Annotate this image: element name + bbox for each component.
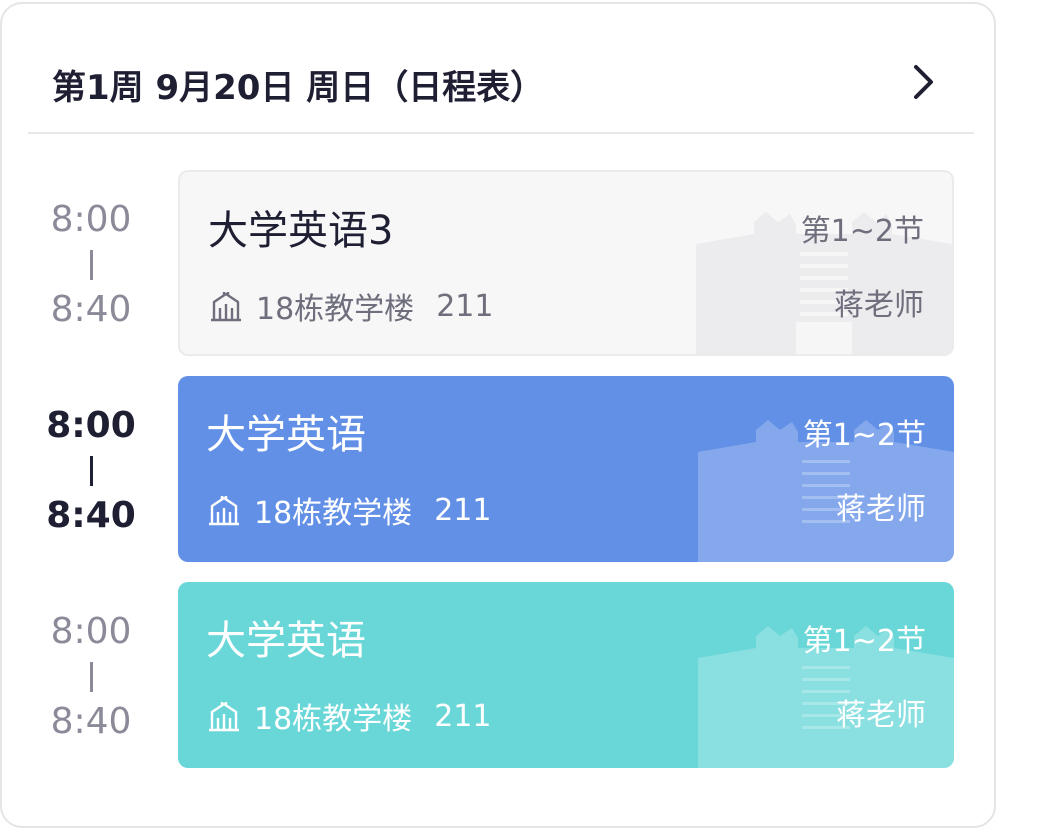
time-range: 8:00 8:40 bbox=[32, 376, 150, 562]
time-end: 8:40 bbox=[50, 701, 132, 742]
building-icon bbox=[209, 702, 239, 732]
next-day-button[interactable] bbox=[906, 62, 942, 102]
course-teacher: 蒋老师 bbox=[836, 492, 926, 527]
course-name: 大学英语3 bbox=[208, 208, 394, 254]
course-building: 18栋教学楼 bbox=[254, 496, 413, 531]
course-room: 211 bbox=[436, 288, 494, 324]
course-name: 大学英语 bbox=[206, 412, 366, 458]
course-room: 211 bbox=[434, 492, 492, 528]
schedule-header: 第1周 9月20日 周日（日程表） bbox=[28, 4, 974, 134]
page-title: 第1周 9月20日 周日（日程表） bbox=[52, 68, 545, 108]
course-teacher: 蒋老师 bbox=[836, 698, 926, 733]
course-location: 18栋教学楼 211 bbox=[206, 696, 492, 737]
course-room: 211 bbox=[434, 698, 492, 734]
course-building: 18栋教学楼 bbox=[254, 702, 413, 737]
schedule-card: 第1周 9月20日 周日（日程表） 8:00 8:40 大学英语3 18栋教学楼… bbox=[0, 2, 996, 828]
time-start: 8:00 bbox=[46, 405, 136, 446]
time-separator bbox=[90, 250, 93, 280]
course-name: 大学英语 bbox=[206, 618, 366, 664]
course-period: 第1~2节 bbox=[802, 418, 926, 453]
course-card[interactable]: 大学英语 18栋教学楼 211 第1~2节 蒋老师 bbox=[178, 582, 954, 768]
time-separator bbox=[90, 456, 93, 486]
time-end: 8:40 bbox=[50, 289, 132, 330]
time-start: 8:00 bbox=[50, 199, 132, 240]
course-period: 第1~2节 bbox=[800, 214, 924, 249]
course-card[interactable]: 大学英语 18栋教学楼 211 第1~2节 蒋老师 bbox=[178, 376, 954, 562]
building-icon bbox=[209, 496, 239, 526]
time-start: 8:00 bbox=[50, 611, 132, 652]
course-location: 18栋教学楼 211 bbox=[206, 490, 492, 531]
course-card[interactable]: 大学英语3 18栋教学楼 211 第1~2节 蒋老师 bbox=[178, 170, 954, 356]
building-icon bbox=[211, 292, 241, 322]
schedule-row: 8:00 8:40 bbox=[2, 170, 998, 356]
schedule-row: 8:00 8:40 bbox=[2, 582, 998, 768]
schedule-row: 8:00 8:40 bbox=[2, 376, 998, 562]
course-period: 第1~2节 bbox=[802, 624, 926, 659]
chevron-right-icon bbox=[914, 65, 933, 99]
time-separator bbox=[90, 662, 93, 692]
time-range: 8:00 8:40 bbox=[32, 582, 150, 768]
course-teacher: 蒋老师 bbox=[834, 288, 924, 323]
time-range: 8:00 8:40 bbox=[32, 170, 150, 356]
time-end: 8:40 bbox=[46, 495, 136, 536]
course-building: 18栋教学楼 bbox=[256, 292, 415, 327]
course-location: 18栋教学楼 211 bbox=[208, 286, 494, 327]
